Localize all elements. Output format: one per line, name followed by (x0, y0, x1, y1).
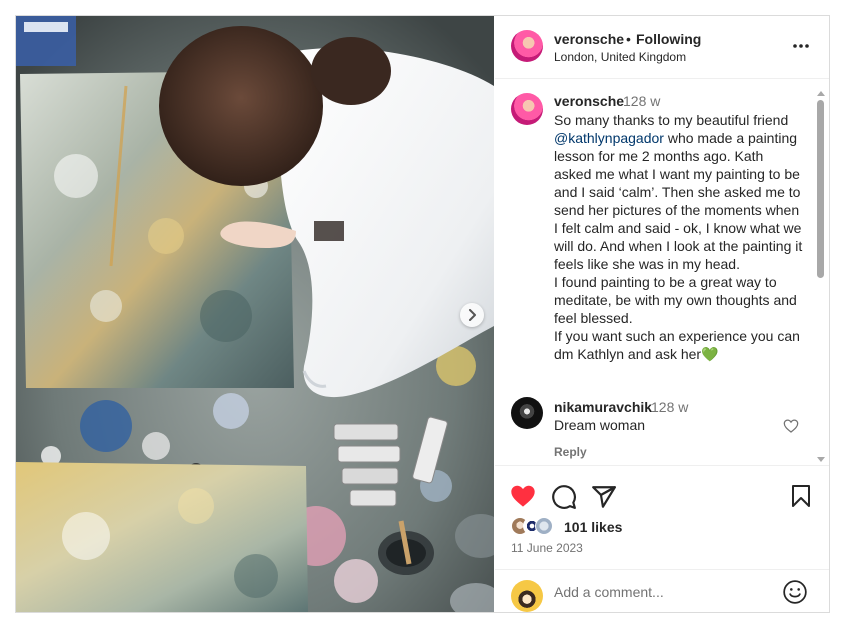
speech-bubble-icon (552, 485, 576, 509)
comments-scrollbar[interactable] (816, 91, 825, 464)
like-button[interactable] (510, 484, 536, 510)
paper-plane-icon (592, 486, 616, 508)
comment-text: Dream woman (554, 417, 646, 433)
chevron-right-icon (469, 309, 476, 321)
heart-outline-icon (783, 419, 799, 433)
add-comment-bar (495, 569, 829, 614)
post-location[interactable]: London, United Kingdom (554, 50, 686, 64)
caption-timestamp[interactable]: 128 w (623, 93, 660, 109)
post-actions: 101 likes 11 June 2023 (495, 465, 829, 613)
post-photo[interactable] (16, 16, 494, 612)
comment-timestamp[interactable]: 128 w (651, 399, 688, 415)
caption-text-before: So many thanks to my beautiful friend (554, 112, 789, 128)
save-button[interactable] (790, 484, 816, 510)
painting-scene (16, 16, 494, 612)
green-heart-emoji: 💚 (701, 346, 719, 362)
more-options-button[interactable] (791, 36, 811, 56)
following-button[interactable]: Following (636, 31, 701, 47)
scrollbar-thumb[interactable] (817, 100, 824, 278)
author-avatar[interactable] (511, 30, 543, 62)
caption-text: So many thanks to my beautiful friend @k… (554, 111, 804, 363)
commenter-avatar[interactable] (511, 397, 543, 429)
share-button[interactable] (591, 484, 617, 510)
reply-link[interactable]: Reply (554, 445, 587, 459)
emoji-picker-button[interactable] (782, 579, 808, 605)
liker-avatar[interactable] (535, 517, 553, 535)
heart-filled-icon (511, 485, 535, 507)
carousel-next-button[interactable] (460, 303, 484, 327)
scroll-down-arrow-icon[interactable] (817, 457, 825, 462)
likes-count[interactable]: 101 likes (564, 519, 622, 535)
comment-input[interactable] (554, 581, 774, 603)
caption-text-after: who made a painting lesson for me 2 mont… (554, 130, 803, 362)
mention-link[interactable]: @kathlynpagador (554, 130, 664, 146)
post-side-panel: veronsche • Following London, United Kin… (495, 16, 829, 612)
scroll-up-arrow-icon[interactable] (817, 91, 825, 96)
comments-scroll-area[interactable]: veronsche 128 w So many thanks to my bea… (495, 79, 829, 465)
comment-username[interactable]: nikamuravchik (554, 399, 652, 415)
more-horizontal-icon (793, 44, 809, 48)
caption-author-avatar[interactable] (511, 93, 543, 125)
post-date[interactable]: 11 June 2023 (511, 541, 583, 555)
bookmark-icon (792, 485, 810, 507)
header-separator: • (626, 31, 631, 47)
author-username[interactable]: veronsche (554, 31, 624, 47)
comment-like-button[interactable] (783, 419, 799, 433)
current-user-avatar (511, 580, 543, 612)
post-dialog: veronsche • Following London, United Kin… (15, 15, 830, 613)
post-header: veronsche • Following London, United Kin… (495, 16, 829, 79)
smiley-icon (783, 580, 807, 604)
caption-username[interactable]: veronsche (554, 93, 624, 109)
comment-button[interactable] (551, 484, 577, 510)
